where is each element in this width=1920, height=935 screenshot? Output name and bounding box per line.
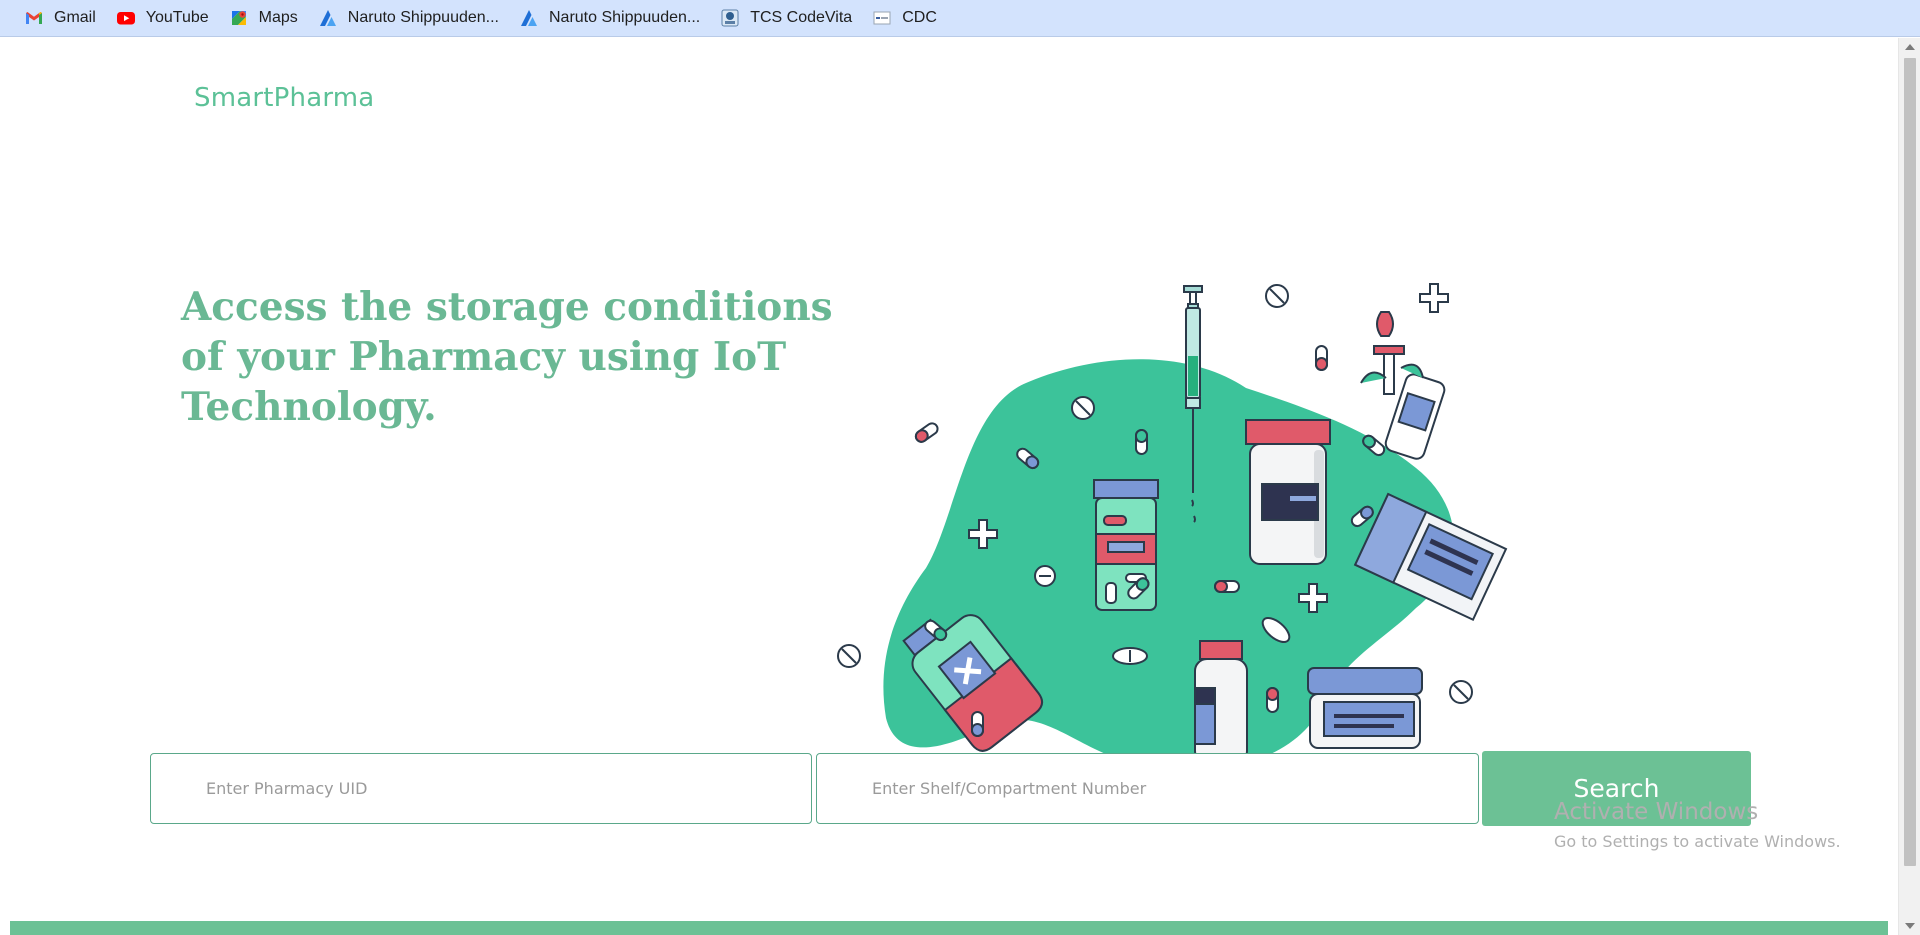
anime-site-icon: [519, 8, 539, 28]
codevita-icon: [720, 8, 740, 28]
bookmark-label: Naruto Shippuuden...: [549, 9, 701, 26]
cdc-icon: [872, 8, 892, 28]
bookmark-gmail[interactable]: Gmail: [16, 4, 104, 32]
bookmark-naruto-1[interactable]: Naruto Shippuuden...: [310, 4, 507, 32]
hero-headline: Access the storage conditions of your Ph…: [181, 284, 833, 430]
prohibited-tablet-icon: [1265, 284, 1289, 308]
pharmacy-uid-field[interactable]: [150, 753, 812, 824]
youtube-icon: [116, 8, 136, 28]
prohibited-tablet-icon: [837, 644, 861, 668]
footer-band: [10, 921, 1888, 935]
hero-illustration: [826, 238, 1526, 770]
bookmark-label: Naruto Shippuuden...: [347, 9, 499, 26]
small-bottle-icon: [1194, 640, 1248, 764]
watermark-title: Activate Windows: [1554, 799, 1759, 825]
bookmark-label: YouTube: [145, 9, 209, 26]
anime-site-icon: [318, 8, 338, 28]
bookmark-label: CDC: [902, 9, 937, 26]
pill-icon: [1266, 687, 1279, 713]
gmail-icon: [24, 8, 44, 28]
bookmark-codevita[interactable]: TCS CodeVita: [712, 4, 860, 32]
pill-icon: [914, 422, 939, 443]
jar-icon: [1307, 667, 1423, 749]
scroll-down-icon[interactable]: [1905, 923, 1915, 929]
pharmacy-uid-input[interactable]: [151, 754, 811, 823]
bookmark-cdc[interactable]: CDC: [864, 4, 945, 32]
pill-icon: [971, 711, 984, 737]
bookmarks-bar: Gmail YouTube Maps Naruto Shippuuden... …: [0, 0, 1920, 37]
bookmark-youtube[interactable]: YouTube: [108, 4, 217, 32]
shelf-number-field[interactable]: [816, 753, 1479, 824]
bookmark-naruto-2[interactable]: Naruto Shippuuden...: [511, 4, 708, 32]
pill-icon: [1135, 429, 1148, 455]
bookmark-maps[interactable]: Maps: [221, 4, 306, 32]
pill-bottle-green-icon: [1093, 479, 1159, 611]
maps-icon: [229, 8, 249, 28]
pill-icon: [1315, 345, 1328, 371]
prohibited-tablet-icon: [1071, 396, 1095, 420]
shelf-number-input[interactable]: [817, 754, 1478, 823]
bookmark-label: Gmail: [54, 9, 96, 26]
pill-bottle-large-icon: [1245, 419, 1331, 565]
watermark-subtitle: Go to Settings to activate Windows.: [1554, 832, 1841, 851]
bookmark-label: TCS CodeVita: [750, 9, 853, 26]
brand-logo[interactable]: SmartPharma: [194, 83, 374, 113]
pill-icon: [1214, 580, 1240, 593]
scroll-up-icon[interactable]: [1905, 44, 1915, 50]
bookmark-label: Maps: [258, 9, 298, 26]
windows-activation-watermark: Activate Windows Go to Settings to activ…: [1554, 797, 1841, 853]
scrollbar-thumb[interactable]: [1904, 58, 1916, 866]
plus-icon: [1419, 283, 1449, 313]
prohibited-tablet-icon: [1449, 680, 1473, 704]
vertical-scrollbar[interactable]: [1898, 38, 1920, 935]
